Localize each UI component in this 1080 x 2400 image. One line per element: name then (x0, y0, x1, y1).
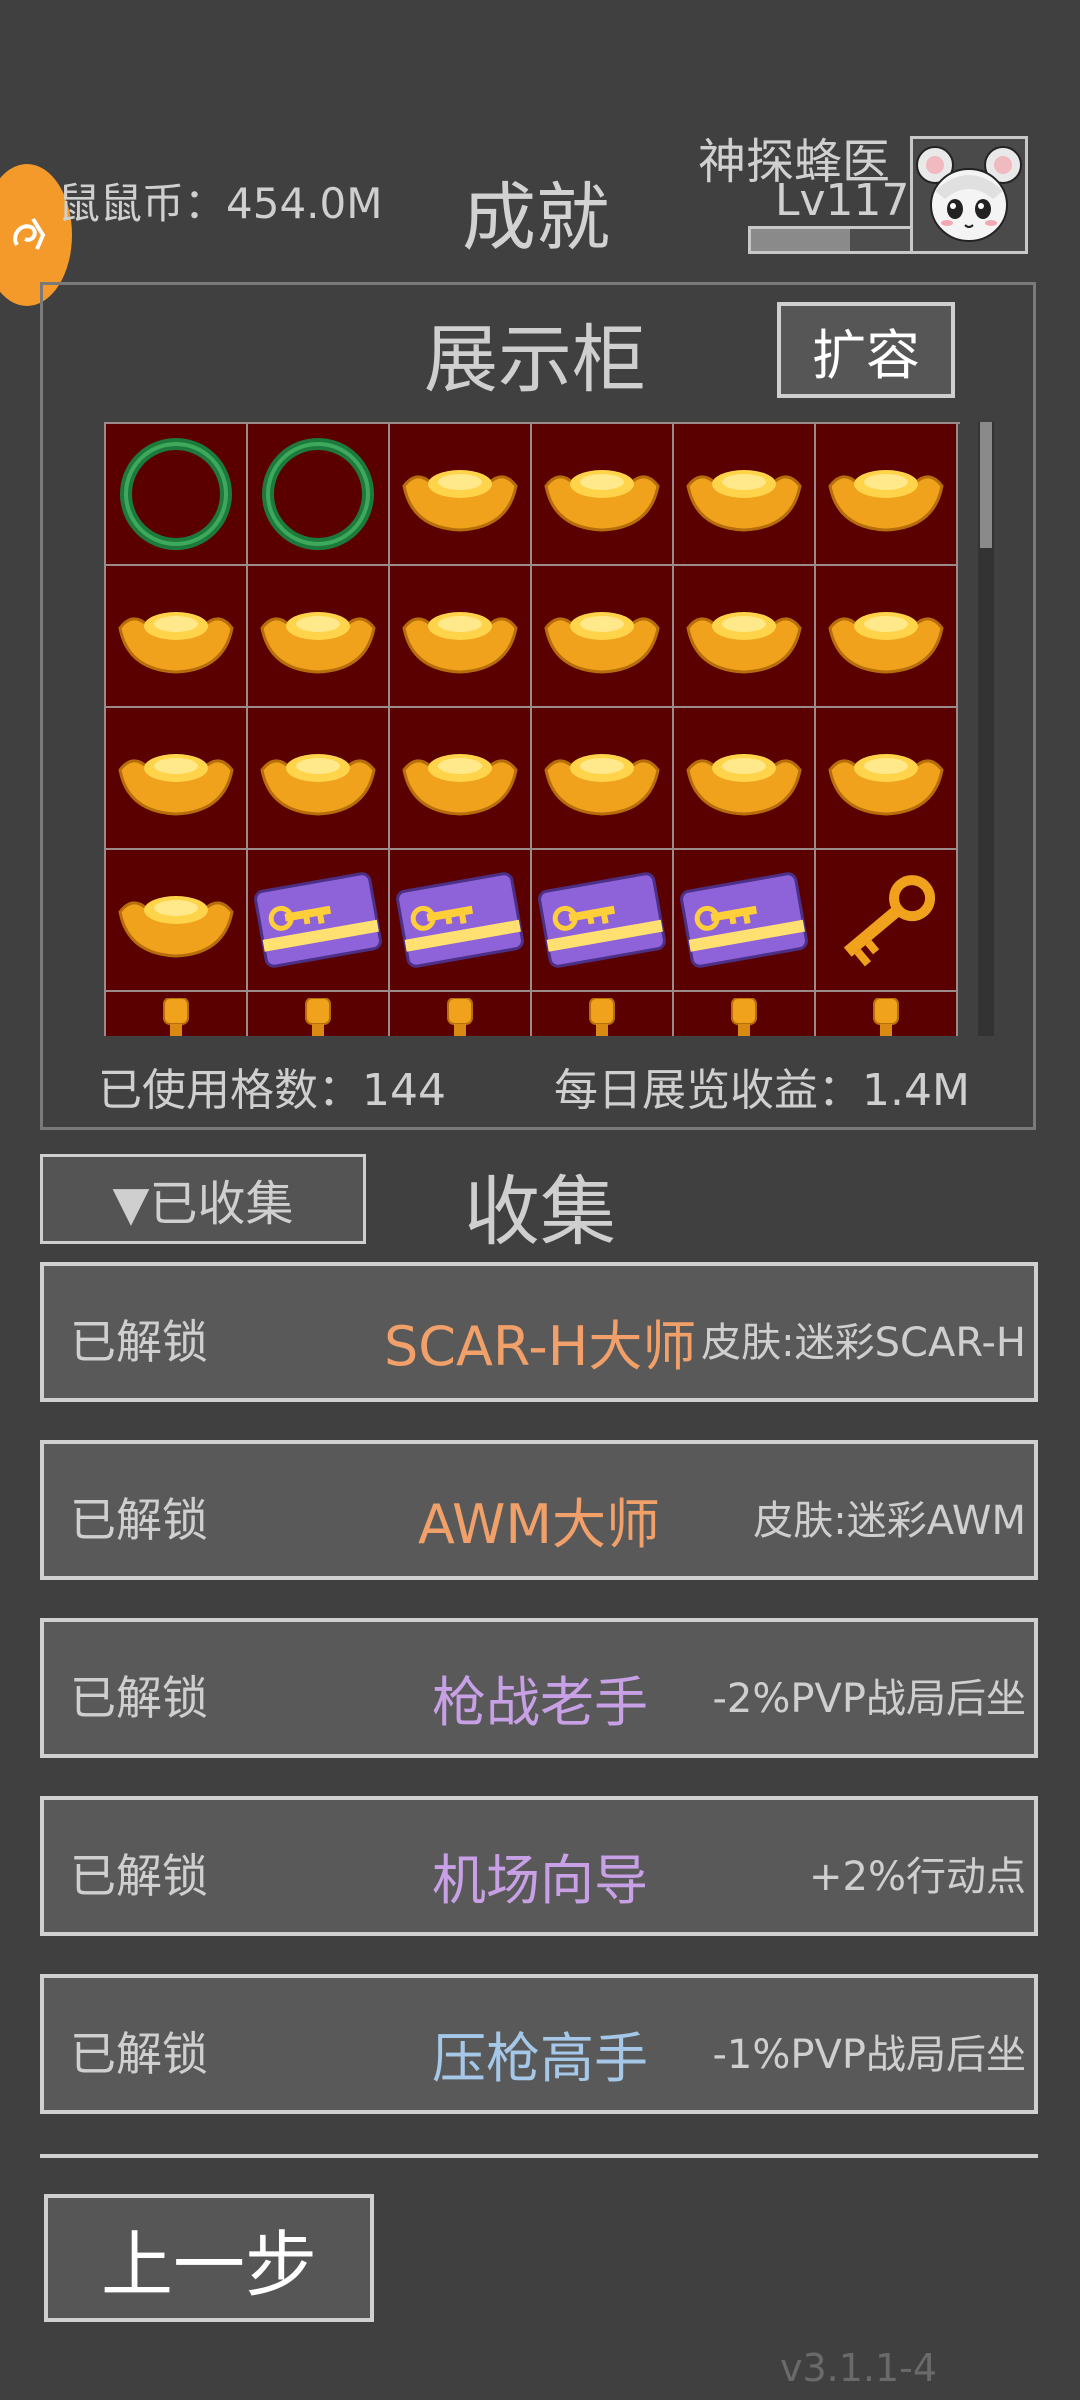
used-slots-label: 已使用格数：144 (98, 1065, 446, 1116)
gold-ingot-icon (112, 572, 240, 700)
gold-ingot-icon (822, 430, 950, 558)
showcase-cell[interactable] (248, 850, 390, 992)
daily-income-label: 每日展览收益：1.4M (554, 1065, 970, 1116)
coin-balance: 鼠鼠币：454.0M (58, 179, 383, 228)
achievement-status: 已解锁 (70, 1849, 208, 1903)
xp-progress-fill (751, 229, 851, 251)
jade-bracelet-icon (254, 430, 382, 558)
achievement-row[interactable]: 已解锁 压枪高手 -1%PVP战局后坐 (40, 1974, 1038, 2114)
jade-bracelet-icon (112, 430, 240, 558)
gold-item-icon (112, 998, 240, 1036)
achievement-status: 已解锁 (70, 1671, 208, 1725)
showcase-cell[interactable] (390, 850, 532, 992)
gold-ingot-icon (396, 572, 524, 700)
showcase-cell[interactable] (532, 992, 674, 1036)
purple-keycard-icon (536, 856, 668, 984)
gold-item-icon (254, 998, 382, 1036)
achievement-status: 已解锁 (70, 1315, 208, 1369)
showcase-cell[interactable] (532, 566, 674, 708)
showcase-cell[interactable] (816, 992, 958, 1036)
achievement-status: 已解锁 (70, 2027, 208, 2081)
gold-ingot-icon (254, 572, 382, 700)
showcase-cell[interactable] (248, 992, 390, 1036)
scrollbar-thumb[interactable] (980, 422, 992, 548)
showcase-cell[interactable] (674, 708, 816, 850)
showcase-cell[interactable] (816, 566, 958, 708)
list-divider (40, 2154, 1038, 2158)
gold-ingot-icon (822, 572, 950, 700)
avatar[interactable] (910, 136, 1028, 254)
showcase-cell[interactable] (816, 708, 958, 850)
achievement-reward: 皮肤:迷彩SCAR-H (701, 1320, 1026, 1366)
gold-ingot-icon (254, 714, 382, 842)
collection-title: 收集 (464, 1167, 616, 1256)
achievement-row[interactable]: 已解锁 SCAR-H大师 皮肤:迷彩SCAR-H (40, 1262, 1038, 1402)
gold-ingot-icon (680, 430, 808, 558)
showcase-cell[interactable] (674, 850, 816, 992)
xp-progress-bar (748, 226, 914, 254)
showcase-cell[interactable] (674, 992, 816, 1036)
showcase-grid[interactable] (104, 422, 960, 1036)
achievement-name: AWM大师 (418, 1493, 660, 1556)
achievement-name: 压枪高手 (432, 2027, 648, 2090)
showcase-cell[interactable] (816, 850, 958, 992)
showcase-cell[interactable] (248, 566, 390, 708)
showcase-cell[interactable] (390, 566, 532, 708)
showcase-cell[interactable] (390, 708, 532, 850)
gold-ingot-icon (538, 430, 666, 558)
achievement-name: SCAR-H大师 (384, 1315, 697, 1378)
gold-item-icon (396, 998, 524, 1036)
achievement-reward: -2%PVP战局后坐 (712, 1676, 1027, 1722)
back-button[interactable]: 上一步 (44, 2194, 374, 2322)
gold-item-icon (538, 998, 666, 1036)
gold-ingot-icon (680, 572, 808, 700)
purple-keycard-icon (678, 856, 810, 984)
showcase-cell[interactable] (390, 992, 532, 1036)
showcase-cell[interactable] (816, 424, 958, 566)
achievement-row[interactable]: 已解锁 枪战老手 -2%PVP战局后坐 (40, 1618, 1038, 1758)
showcase-cell[interactable] (674, 566, 816, 708)
showcase-cell[interactable] (532, 708, 674, 850)
achievement-row[interactable]: 已解锁 AWM大师 皮肤:迷彩AWM (40, 1440, 1038, 1580)
version-label: v3.1.1-4 (780, 2346, 938, 2390)
achievement-row[interactable]: 已解锁 机场向导 +2%行动点 (40, 1796, 1038, 1936)
showcase-cell[interactable] (106, 566, 248, 708)
achievement-reward: 皮肤:迷彩AWM (753, 1498, 1026, 1544)
collected-filter-button[interactable]: ▼已收集 (40, 1154, 366, 1244)
purple-keycard-icon (394, 856, 526, 984)
showcase-cell[interactable] (106, 992, 248, 1036)
gold-ingot-icon (538, 714, 666, 842)
gold-item-icon (822, 998, 950, 1036)
gold-key-icon (822, 856, 950, 984)
showcase-title: 展示柜 (424, 317, 646, 403)
gold-ingot-icon (680, 714, 808, 842)
showcase-cell[interactable] (106, 850, 248, 992)
showcase-cell[interactable] (106, 424, 248, 566)
gold-ingot-icon (822, 714, 950, 842)
showcase-cell[interactable] (248, 424, 390, 566)
showcase-cell[interactable] (248, 708, 390, 850)
achievement-reward: -1%PVP战局后坐 (712, 2032, 1027, 2078)
showcase-cell[interactable] (532, 850, 674, 992)
achievement-status: 已解锁 (70, 1493, 208, 1547)
achievement-name: 枪战老手 (432, 1671, 648, 1734)
expand-button[interactable]: 扩容 (777, 302, 955, 398)
showcase-cell[interactable] (390, 424, 532, 566)
gold-item-icon (680, 998, 808, 1036)
gold-ingot-icon (112, 856, 240, 984)
showcase-cell[interactable] (674, 424, 816, 566)
gold-ingot-icon (396, 714, 524, 842)
gold-ingot-icon (538, 572, 666, 700)
achievement-name: 机场向导 (432, 1849, 648, 1912)
page-title: 成就 (462, 175, 610, 261)
purple-keycard-icon (252, 856, 384, 984)
showcase-cell[interactable] (106, 708, 248, 850)
gold-ingot-icon (112, 714, 240, 842)
gold-ingot-icon (396, 430, 524, 558)
showcase-cell[interactable] (532, 424, 674, 566)
showcase-scrollbar[interactable] (978, 422, 994, 1036)
player-level: Lv117 (775, 175, 910, 226)
achievement-reward: +2%行动点 (809, 1854, 1026, 1900)
